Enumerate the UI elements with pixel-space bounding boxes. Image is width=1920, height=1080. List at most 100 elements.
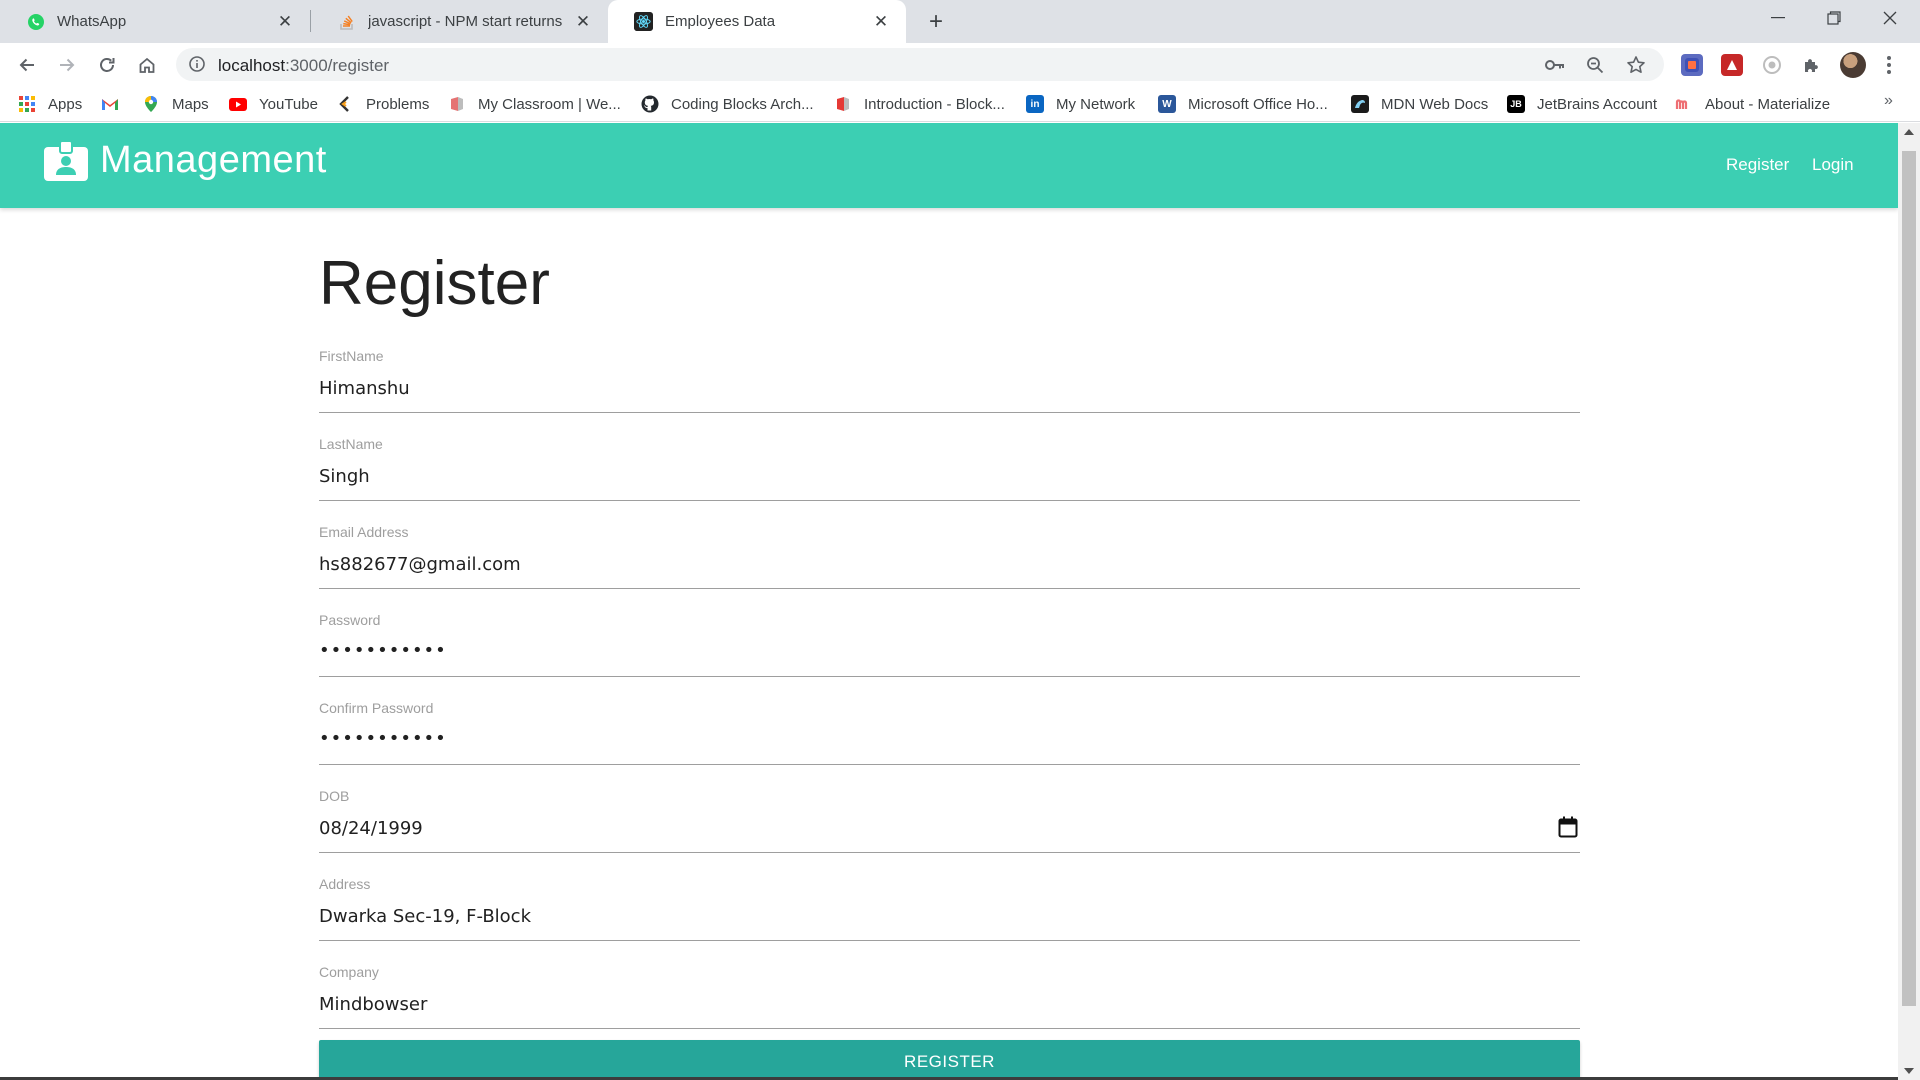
- brand-logo[interactable]: Management: [44, 139, 327, 182]
- info-icon[interactable]: [188, 55, 206, 73]
- field-underline: [319, 676, 1580, 677]
- tab-title: WhatsApp: [57, 13, 127, 30]
- back-arrow-icon: [19, 58, 34, 72]
- email-field[interactable]: Email Address hs882677@gmail.com: [319, 524, 1580, 612]
- bookmark-mdn[interactable]: MDN Web Docs: [1351, 94, 1488, 114]
- bookmark-label: Maps: [172, 95, 209, 113]
- block-icon: [834, 95, 852, 113]
- forward-arrow-icon: [60, 58, 75, 72]
- key-icon[interactable]: [1544, 55, 1566, 75]
- field-underline: [319, 852, 1580, 853]
- profile-avatar[interactable]: [1840, 52, 1866, 78]
- bookmark-gmail[interactable]: [101, 94, 131, 114]
- zoom-icon[interactable]: [1584, 55, 1606, 75]
- dob-input[interactable]: 08/24/1999: [319, 818, 423, 839]
- bookmark-introduction[interactable]: Introduction - Block...: [834, 94, 1005, 114]
- bookmark-my-network[interactable]: in My Network: [1026, 94, 1135, 114]
- whatsapp-icon: [26, 12, 45, 31]
- minimize-button[interactable]: [1750, 0, 1806, 36]
- bookmark-label: My Classroom | We...: [478, 95, 621, 113]
- bookmark-youtube[interactable]: YouTube: [229, 94, 318, 114]
- maps-icon: [142, 95, 160, 113]
- field-label: Password: [319, 612, 381, 628]
- bookmark-label: YouTube: [259, 95, 318, 113]
- field-label: Email Address: [319, 524, 409, 540]
- scrollbar-thumb[interactable]: [1902, 151, 1916, 1006]
- company-field[interactable]: Company Mindbowser: [319, 964, 1580, 1052]
- word-icon: W: [1158, 95, 1176, 113]
- bookmark-label: About - Materialize: [1705, 95, 1831, 113]
- close-window-button[interactable]: [1862, 0, 1918, 36]
- extension-icon[interactable]: [1761, 54, 1783, 76]
- bookmark-microsoft-office[interactable]: W Microsoft Office Ho...: [1158, 94, 1328, 114]
- password-input[interactable]: •••••••••••: [319, 640, 447, 661]
- new-tab-button[interactable]: +: [922, 8, 950, 36]
- id-badge-icon: [44, 140, 88, 181]
- bookmark-classroom[interactable]: My Classroom | We...: [448, 94, 621, 114]
- password-field[interactable]: Password •••••••••••: [319, 612, 1580, 700]
- confirm-password-input[interactable]: •••••••••••: [319, 728, 447, 749]
- field-underline: [319, 588, 1580, 589]
- register-button[interactable]: REGISTER: [319, 1040, 1580, 1080]
- bookmark-star-icon[interactable]: [1625, 55, 1647, 75]
- bookmark-label: Apps: [48, 95, 83, 113]
- forward-button[interactable]: [52, 50, 82, 80]
- bookmark-maps[interactable]: Maps: [142, 94, 209, 114]
- puzzle-icon[interactable]: [1801, 54, 1823, 76]
- lastname-field[interactable]: LastName Singh: [319, 436, 1580, 524]
- bookmark-apps[interactable]: Apps: [18, 94, 82, 114]
- scroll-down-icon[interactable]: [1904, 1068, 1914, 1074]
- mdn-icon: [1351, 95, 1369, 113]
- extension-icon[interactable]: [1681, 54, 1703, 76]
- address-input[interactable]: Dwarka Sec-19, F-Block: [319, 906, 531, 927]
- firstname-field[interactable]: FirstName Himanshu: [319, 348, 1580, 436]
- bookmark-label: My Network: [1056, 95, 1136, 113]
- url-text: localhost:3000/register: [218, 56, 389, 76]
- company-input[interactable]: Mindbowser: [319, 994, 427, 1015]
- email-input[interactable]: hs882677@gmail.com: [319, 554, 521, 575]
- back-button[interactable]: [12, 50, 42, 80]
- youtube-icon: [229, 95, 247, 113]
- address-bar[interactable]: localhost:3000/register: [176, 48, 1664, 81]
- bookmark-label: Microsoft Office Ho...: [1188, 95, 1328, 113]
- tab-stackoverflow[interactable]: javascript - NPM start returns err ✕: [311, 0, 608, 43]
- bookmark-problems[interactable]: Problems: [336, 94, 429, 114]
- tab-employees-data[interactable]: Employees Data ✕: [608, 0, 906, 43]
- tab-title: Employees Data: [665, 13, 776, 30]
- gmail-icon: [101, 95, 119, 113]
- field-label: Company: [319, 964, 379, 980]
- dob-field[interactable]: DOB 08/24/1999: [319, 788, 1580, 876]
- field-underline: [319, 1028, 1580, 1029]
- confirm-password-field[interactable]: Confirm Password •••••••••••: [319, 700, 1580, 788]
- reload-button[interactable]: [92, 50, 122, 80]
- tab-whatsapp[interactable]: WhatsApp ✕: [0, 0, 310, 43]
- address-field[interactable]: Address Dwarka Sec-19, F-Block: [319, 876, 1580, 964]
- field-label: Confirm Password: [319, 700, 434, 716]
- close-icon[interactable]: ✕: [870, 11, 892, 33]
- restore-button[interactable]: [1806, 0, 1862, 36]
- stackoverflow-icon: [337, 12, 356, 31]
- nav-register-link[interactable]: Register: [1726, 155, 1789, 175]
- nav-login-link[interactable]: Login: [1812, 155, 1854, 175]
- page-viewport: Management Register Login Register First…: [0, 123, 1898, 1080]
- field-underline: [319, 940, 1580, 941]
- react-icon: [634, 12, 653, 31]
- firstname-input[interactable]: Himanshu: [319, 378, 410, 399]
- field-underline: [319, 500, 1580, 501]
- app-navbar: Management Register Login: [0, 123, 1898, 208]
- close-icon[interactable]: ✕: [274, 11, 296, 33]
- calendar-icon[interactable]: [1558, 816, 1578, 838]
- lastname-input[interactable]: Singh: [319, 466, 370, 487]
- bookmark-label: MDN Web Docs: [1381, 95, 1489, 113]
- bookmark-jetbrains[interactable]: JB JetBrains Account: [1507, 94, 1657, 114]
- bookmark-coding-blocks[interactable]: Coding Blocks Arch...: [641, 94, 814, 114]
- close-icon[interactable]: ✕: [572, 11, 594, 33]
- scroll-up-icon[interactable]: [1904, 129, 1914, 135]
- field-label: DOB: [319, 788, 350, 804]
- home-button[interactable]: [132, 50, 162, 80]
- bookmarks-overflow-button[interactable]: »: [1884, 92, 1893, 110]
- bookmark-materialize[interactable]: About - Materialize: [1675, 94, 1830, 114]
- extension-icon[interactable]: [1721, 54, 1743, 76]
- browser-menu-icon[interactable]: [1882, 54, 1896, 76]
- page-scrollbar[interactable]: [1898, 123, 1920, 1080]
